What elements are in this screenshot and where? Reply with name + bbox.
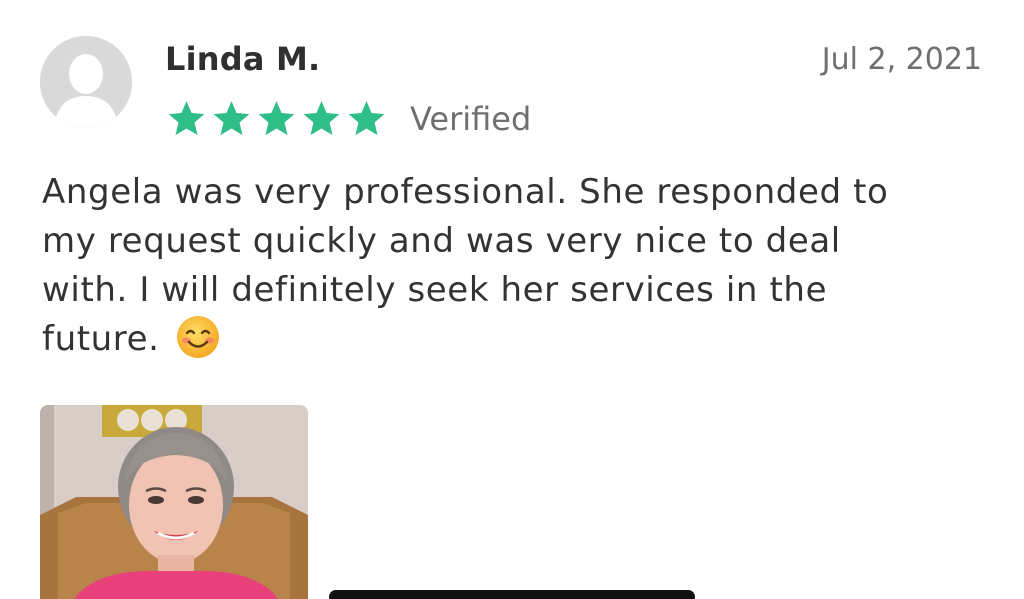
smiling-face-emoji-icon [175, 314, 221, 360]
star-icon [348, 101, 385, 136]
reviewer-photo-thumbnail[interactable] [40, 405, 308, 599]
star-icon [168, 101, 205, 136]
star-rating [165, 98, 388, 140]
star-icon [258, 101, 295, 136]
star-icon [213, 101, 250, 136]
review-text: Angela was very professional. She respon… [42, 172, 889, 359]
review-body: Angela was very professional. She respon… [42, 168, 992, 364]
review-card: Linda M. Jul 2, 2021 Verified Angela was… [0, 0, 1024, 599]
home-indicator[interactable] [329, 590, 695, 599]
rating-row: Verified [165, 96, 531, 142]
review-date: Jul 2, 2021 [821, 42, 982, 77]
verified-label: Verified [410, 100, 532, 138]
user-avatar-icon [40, 36, 132, 128]
star-icon [303, 101, 340, 136]
reviewer-name: Linda M. [165, 40, 321, 78]
